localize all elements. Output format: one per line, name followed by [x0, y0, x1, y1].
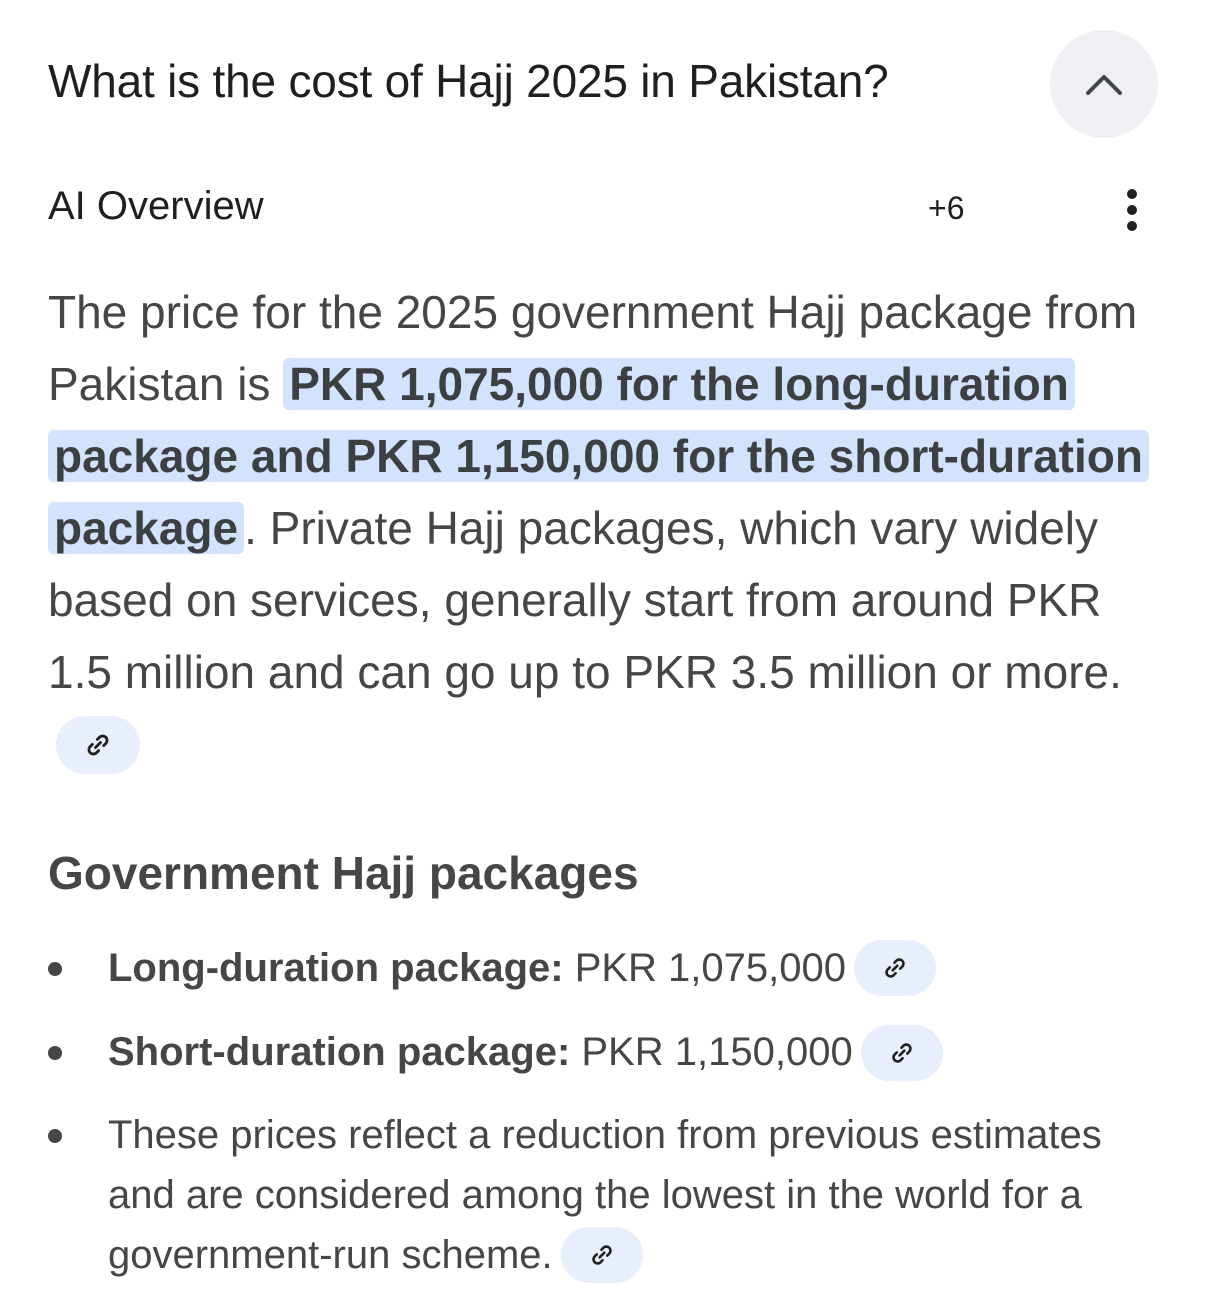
bullet-dot [48, 962, 62, 976]
link-icon [891, 1043, 912, 1063]
source-link-button[interactable] [56, 715, 140, 774]
ai-overview-title: AI Overview [48, 184, 264, 228]
item-text: PKR 1,075,000 [563, 946, 846, 990]
bullet-dot [48, 1128, 62, 1143]
item-text: PKR 1,150,000 [570, 1030, 853, 1075]
section-heading: Government Hajj packages [48, 847, 639, 899]
link-icon [885, 958, 905, 979]
item-label: Short-duration package: [108, 1030, 571, 1075]
overview-summary: The price for the 2025 government Hajj p… [48, 276, 1158, 780]
list-item: Long-duration package: PKR 1,075,000 [48, 938, 1158, 998]
ai-overview-header: AI Overview +6 [48, 180, 1158, 236]
package-list: Long-duration package: PKR 1,075,000 Sho… [48, 938, 1158, 1285]
chevron-up-icon [1086, 75, 1122, 95]
link-icon [87, 734, 109, 756]
link-icon [591, 1245, 612, 1266]
source-link-button[interactable] [854, 940, 936, 997]
item-label: Long-duration package: [108, 946, 564, 990]
list-item: Short-duration package: PKR 1,150,000 [48, 1022, 1158, 1082]
bullet-dot [48, 1046, 62, 1061]
source-link-button[interactable] [560, 1227, 643, 1284]
source-link-button[interactable] [860, 1024, 943, 1081]
collapse-button[interactable] [1050, 30, 1158, 138]
list-item: These prices reflect a reduction from pr… [48, 1105, 1158, 1285]
more-vert-icon [1127, 189, 1137, 231]
sources-count[interactable]: +6 [928, 190, 964, 227]
more-options-button[interactable] [1110, 180, 1154, 240]
question-title: What is the cost of Hajj 2025 in Pakista… [48, 55, 889, 107]
